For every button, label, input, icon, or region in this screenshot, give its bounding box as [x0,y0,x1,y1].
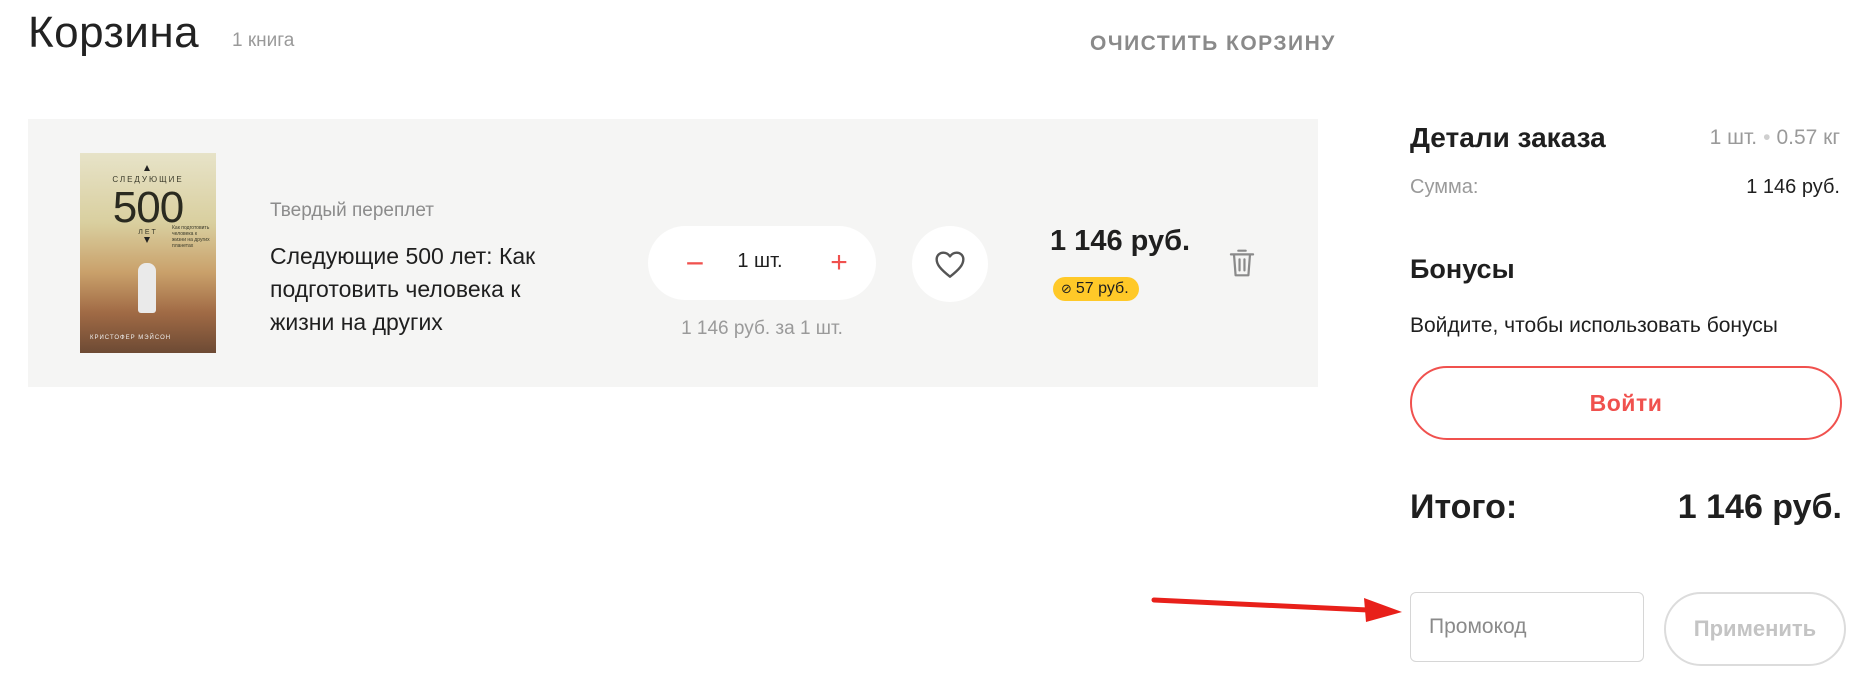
add-to-favorites-button[interactable] [912,226,988,302]
annotation-arrow-icon [1151,597,1402,622]
order-quantity: 1 шт. [1709,126,1758,149]
bonus-coin-icon: ⊘ [1061,281,1072,296]
cover-astronaut-figure [138,263,156,313]
unit-price: 1 146 руб. за 1 шт. [681,318,843,339]
item-price: 1 146 руб. [1050,225,1191,257]
clear-cart-button[interactable]: ОЧИСТИТЬ КОРЗИНУ [1090,32,1336,56]
total-label: Итого: [1410,488,1518,526]
total-value: 1 146 руб. [1677,488,1842,526]
cart-item-count: 1 книга [232,30,295,51]
book-title-link[interactable]: Следующие 500 лет: Как подготовить челов… [270,240,590,339]
heart-icon [935,251,965,278]
decrease-quantity-button[interactable]: − [672,240,718,286]
page-title: Корзина [28,8,200,57]
book-binding: Твердый переплет [270,200,434,221]
cover-subtitle: Как подготовить человека к жизни на друг… [172,225,210,249]
separator-dot: • [1763,126,1771,149]
login-button[interactable]: Войти [1410,366,1842,440]
bonus-badge: ⊘ 57 руб. [1053,277,1139,301]
increase-quantity-button[interactable]: + [816,240,862,286]
delete-item-button[interactable] [1222,244,1262,284]
sum-label: Сумма: [1410,176,1479,198]
bonus-amount: 57 руб. [1075,280,1129,297]
order-details-meta: 1 шт. • 0.57 кг [1560,126,1840,150]
order-weight: 0.57 кг [1776,126,1840,149]
cover-triangle-top [144,165,150,171]
cover-triangle-bottom [144,237,150,243]
apply-promo-button[interactable]: Применить [1664,592,1846,666]
book-cover-image[interactable]: СЛЕДУЮЩИЕ 500 ЛЕТ Как подготовить челове… [80,153,216,353]
bonuses-title: Бонусы [1410,254,1515,284]
quantity-value: 1 шт. [737,250,783,272]
promo-code-input[interactable] [1410,592,1644,662]
bonuses-login-hint: Войдите, чтобы использовать бонусы [1410,314,1778,337]
cover-author: КРИСТОФЕР МЭЙСОН [90,335,172,341]
trash-icon [1229,249,1255,276]
sum-value: 1 146 руб. [1746,176,1840,198]
